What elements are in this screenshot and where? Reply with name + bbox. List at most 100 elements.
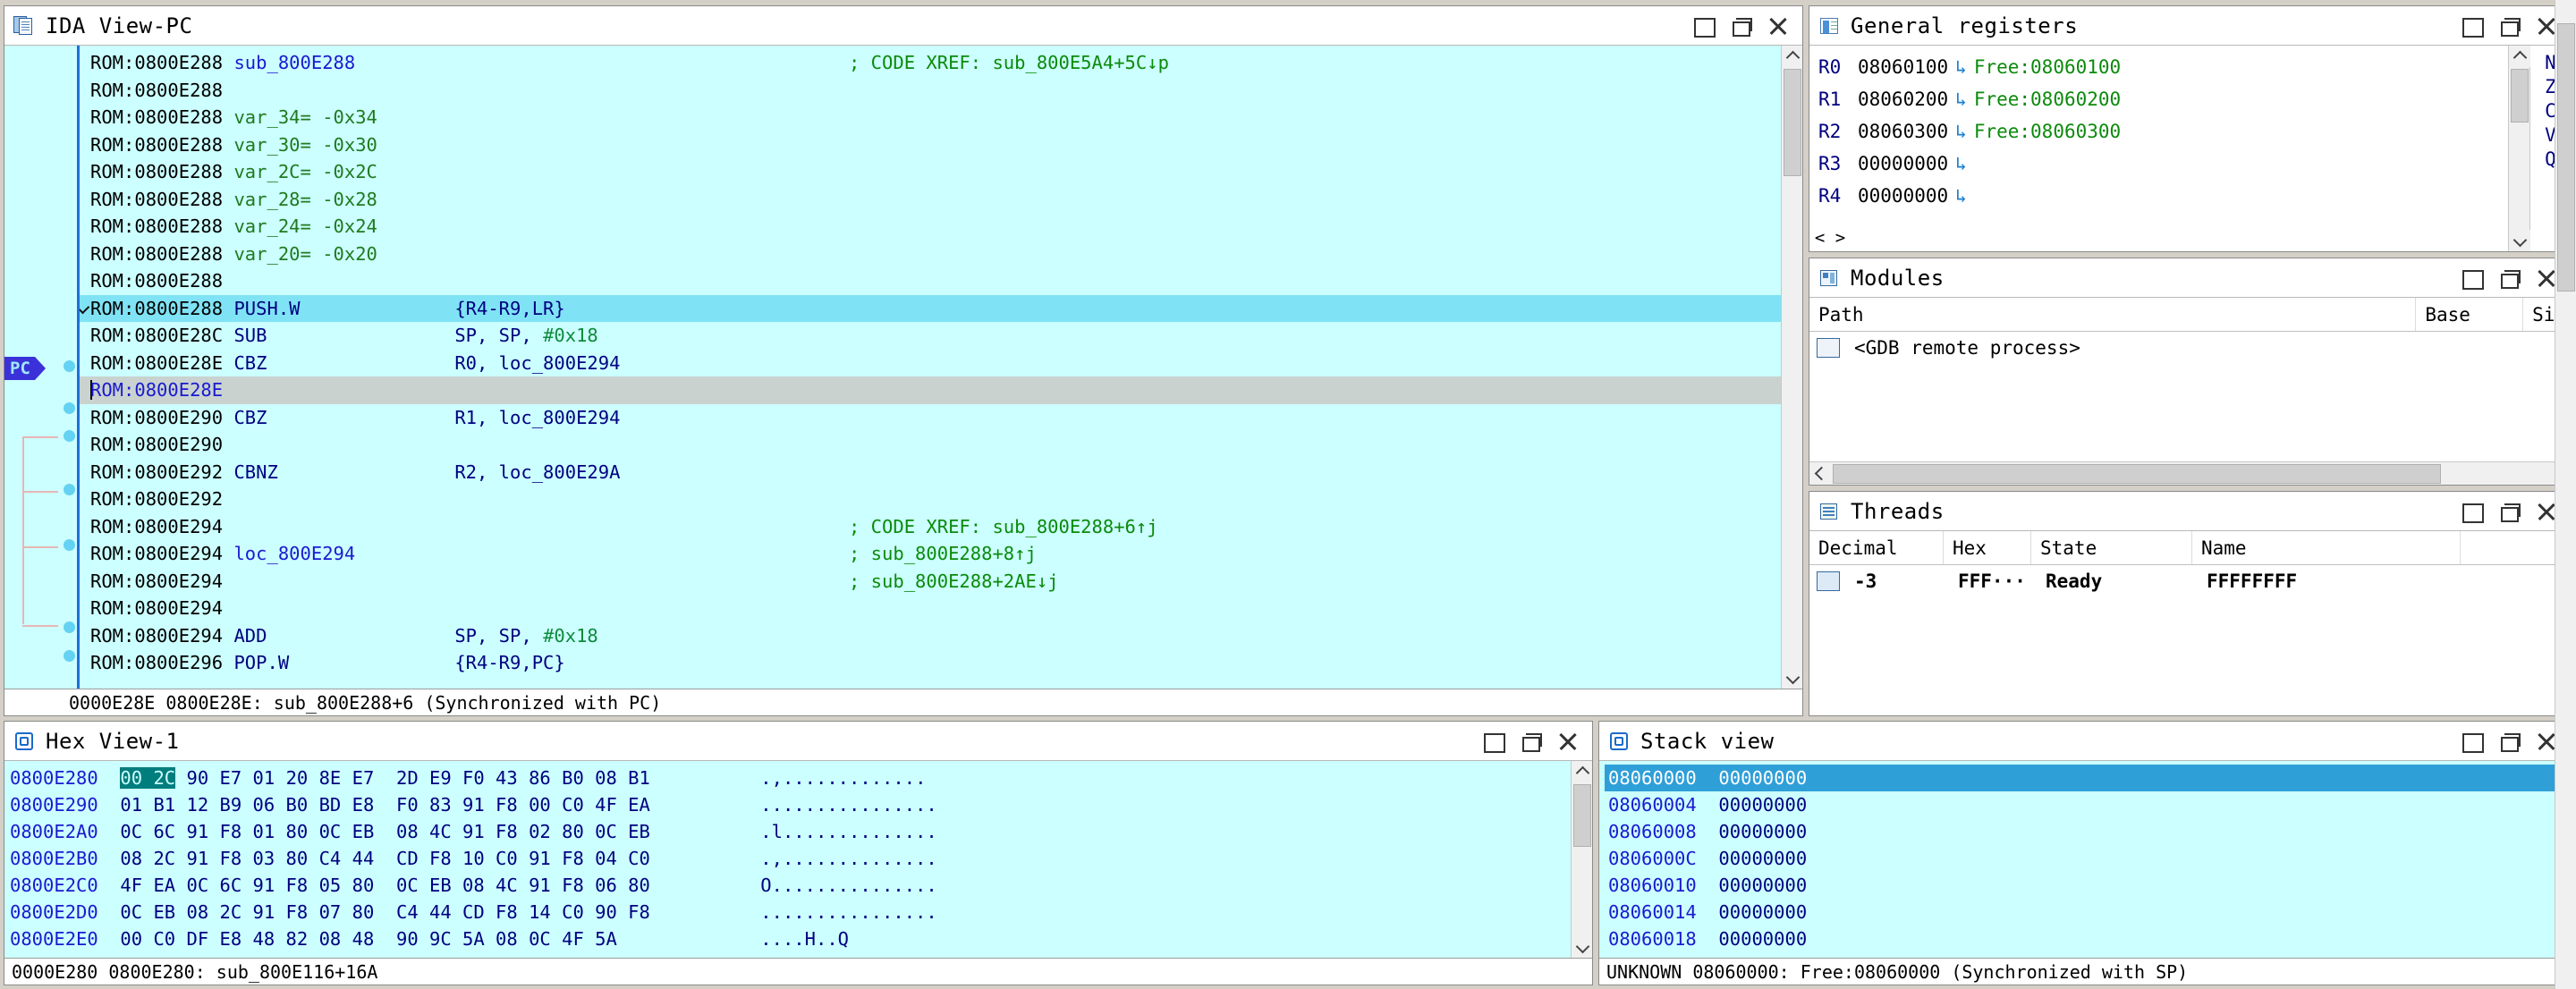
register-symbol[interactable]: Free:08060200 bbox=[1974, 89, 2121, 110]
threads-list[interactable]: -3 FFF··· Ready FFFFFFFF bbox=[1809, 565, 2571, 715]
stack-variable[interactable]: var_24= -0x24 bbox=[233, 216, 377, 237]
scrollbar-thumb[interactable] bbox=[1573, 784, 1591, 847]
disassembly-line[interactable]: ROM:0800E288 PUSH.W {R4-R9,LR} bbox=[80, 294, 1802, 322]
hex-row[interactable]: 0800E2C0 4F EA 0C 6C 91 F8 05 80 0C EB 0… bbox=[10, 872, 1592, 899]
table-row[interactable]: <GDB remote process> bbox=[1809, 332, 2571, 364]
instruction-operands[interactable]: {R4-R9,LR} bbox=[454, 298, 564, 319]
stack-value[interactable]: 00000000 bbox=[1718, 794, 1807, 816]
register-row[interactable]: R3 00000000 ↳ bbox=[1818, 148, 2529, 180]
disassembly-line[interactable]: ROM:0800E28C SUB SP, SP, #0x18 bbox=[80, 322, 1802, 350]
symbol-name[interactable]: sub_800E288 bbox=[233, 52, 355, 73]
stack-variable[interactable]: var_30= -0x30 bbox=[233, 134, 377, 156]
collapse-chevron-icon[interactable] bbox=[80, 300, 90, 315]
hex-bytes[interactable]: 08 2C 91 F8 03 80 C4 44 CD F8 10 C0 91 F… bbox=[120, 848, 649, 869]
register-symbol[interactable]: Free:08060100 bbox=[1974, 56, 2121, 78]
stack-view-titlebar[interactable]: Stack view bbox=[1599, 722, 2571, 761]
hex-bytes[interactable]: 0C 6C 91 F8 01 80 0C EB 08 4C 91 F8 02 8… bbox=[120, 821, 649, 842]
disassembly-line[interactable]: ROM:0800E288 var_28= -0x28 bbox=[80, 186, 1802, 214]
disassembly-line[interactable]: ROM:0800E28E CBZ R0, loc_800E294 bbox=[80, 350, 1802, 377]
xref-comment[interactable]: ; CODE XREF: sub_800E5A4+5C↓p bbox=[849, 49, 1169, 77]
disassembly-line[interactable]: ROM:0800E296 POP.W {R4-R9,PC} bbox=[80, 649, 1802, 677]
scroll-up-icon[interactable] bbox=[1572, 761, 1592, 782]
scroll-down-icon[interactable] bbox=[2509, 230, 2530, 251]
register-value[interactable]: 00000000 bbox=[1858, 185, 1948, 207]
threads-titlebar[interactable]: Threads bbox=[1809, 492, 2571, 531]
ida-view-vertical-scrollbar[interactable] bbox=[1781, 46, 1802, 689]
maximize-icon[interactable] bbox=[2460, 500, 2484, 523]
stack-row[interactable]: 08060004 00000000 bbox=[1605, 791, 2571, 818]
stack-row[interactable]: 08060000 00000000 bbox=[1605, 765, 2571, 791]
instruction-operands[interactable]: {R4-R9,PC} bbox=[454, 652, 564, 673]
disassembly-line[interactable]: ROM:0800E294 ADD SP, SP, #0x18 bbox=[80, 622, 1802, 650]
instruction-operands[interactable]: SP, SP, #0x18 bbox=[454, 625, 597, 647]
instruction-operands[interactable]: R2, loc_800E29A bbox=[454, 461, 620, 483]
restore-icon[interactable] bbox=[2497, 266, 2521, 290]
modules-titlebar[interactable]: Modules bbox=[1809, 258, 2571, 298]
threads-col-state[interactable]: State bbox=[2031, 531, 2192, 564]
scrollbar-thumb[interactable] bbox=[1833, 464, 2441, 484]
module-path[interactable]: <GDB remote process> bbox=[1845, 332, 2423, 364]
xref-comment[interactable]: ; sub_800E288+8↑j bbox=[849, 540, 1037, 568]
restore-icon[interactable] bbox=[2497, 14, 2521, 38]
hex-bytes[interactable]: 90 E7 01 20 8E E7 2D E9 F0 43 86 B0 08 B… bbox=[186, 767, 649, 789]
hex-view-vertical-scrollbar[interactable] bbox=[1571, 761, 1592, 958]
ida-view-titlebar[interactable]: IDA View-PC bbox=[4, 6, 1802, 46]
restore-icon[interactable] bbox=[1519, 730, 1542, 753]
modules-col-path[interactable]: Path bbox=[1809, 298, 2417, 331]
threads-col-hex[interactable]: Hex bbox=[1944, 531, 2031, 564]
scrollbar-thumb[interactable] bbox=[2557, 23, 2575, 292]
stack-row[interactable]: 08060010 00000000 bbox=[1605, 872, 2571, 899]
registers-list[interactable]: R0 08060100 ↳ Free:08060100 R1 08060200 ↳ Free:… bbox=[1809, 46, 2529, 251]
disassembly-line[interactable]: ROM:0800E294 bbox=[80, 595, 1802, 622]
stack-value[interactable]: 00000000 bbox=[1718, 848, 1807, 869]
disassembly-line[interactable]: ROM:0800E288 var_24= -0x24 bbox=[80, 213, 1802, 241]
stack-value[interactable]: 00000000 bbox=[1718, 928, 1807, 950]
hex-bytes[interactable]: 0C EB 08 2C 91 F8 07 80 C4 44 CD F8 14 C… bbox=[120, 901, 649, 923]
hex-row[interactable]: 0800E290 01 B1 12 B9 06 B0 BD E8 F0 83 9… bbox=[10, 791, 1592, 818]
disassembly-line[interactable]: ROM:0800E28E bbox=[80, 376, 1802, 404]
disassembly-line[interactable]: ROM:0800E294 loc_800E294 ; sub_800E288+8↑… bbox=[80, 540, 1802, 568]
disassembly-line[interactable]: ROM:0800E294 ; CODE XREF: sub_800E288+6↑… bbox=[80, 513, 1802, 541]
disassembly-line[interactable]: ROM:0800E292 bbox=[80, 486, 1802, 513]
stack-value[interactable]: 00000000 bbox=[1718, 767, 1807, 789]
registers-vertical-scrollbar[interactable] bbox=[2508, 46, 2530, 251]
follow-arrow-icon[interactable]: ↳ bbox=[1948, 89, 1974, 110]
disassembly-line[interactable]: ROM:0800E290 bbox=[80, 431, 1802, 459]
disassembly-line[interactable]: ROM:0800E288 var_30= -0x30 bbox=[80, 131, 1802, 159]
scroll-up-icon[interactable] bbox=[1782, 46, 1802, 67]
stack-variable[interactable]: var_2C= -0x2C bbox=[233, 161, 377, 182]
modules-col-base[interactable]: Base bbox=[2416, 298, 2524, 331]
disassembly-line[interactable]: ROM:0800E288 var_20= -0x20 bbox=[80, 241, 1802, 268]
hex-bytes[interactable]: 4F EA 0C 6C 91 F8 05 80 0C EB 08 4C 91 F… bbox=[120, 875, 649, 896]
maximize-icon[interactable] bbox=[1481, 730, 1505, 753]
register-row[interactable]: R1 08060200 ↳ Free:08060200 bbox=[1818, 83, 2529, 115]
hex-dump[interactable]: 0800E280 00 2C 90 E7 01 20 8E E7 2D E9 F… bbox=[10, 765, 1592, 952]
hex-bytes[interactable]: 00 C0 DF E8 48 82 08 48 90 9C 5A 08 0C 4… bbox=[120, 928, 616, 950]
modules-horizontal-scrollbar[interactable] bbox=[1809, 461, 2571, 485]
instruction-operands[interactable]: SP, SP, #0x18 bbox=[454, 325, 597, 346]
stack-row[interactable]: 08060014 00000000 bbox=[1605, 899, 2571, 926]
scroll-down-icon[interactable] bbox=[1782, 667, 1802, 689]
maximize-icon[interactable] bbox=[2460, 14, 2484, 38]
stack-variable[interactable]: var_20= -0x20 bbox=[233, 243, 377, 265]
stack-variable[interactable]: var_28= -0x28 bbox=[233, 189, 377, 210]
symbol-name[interactable]: loc_800E294 bbox=[233, 543, 355, 564]
stack-row[interactable]: 0806000C 00000000 bbox=[1605, 845, 2571, 872]
follow-arrow-icon[interactable]: ↳ bbox=[1948, 185, 1974, 207]
scroll-down-icon[interactable] bbox=[1572, 936, 1592, 958]
restore-icon[interactable] bbox=[2497, 730, 2521, 753]
stack-value[interactable]: 00000000 bbox=[1718, 875, 1807, 896]
register-value[interactable]: 00000000 bbox=[1858, 153, 1948, 174]
stack-value[interactable]: 00000000 bbox=[1718, 821, 1807, 842]
follow-arrow-icon[interactable]: ↳ bbox=[1948, 121, 1974, 142]
stack-dump[interactable]: 08060000 00000000 08060004 00000000 080600… bbox=[1605, 765, 2571, 952]
disassembly-text[interactable]: ROM:0800E288 sub_800E288 ; CODE XREF: sub… bbox=[80, 46, 1802, 689]
xref-comment[interactable]: ; sub_800E288+2AE↓j bbox=[849, 568, 1059, 596]
hex-row[interactable]: 0800E2B0 08 2C 91 F8 03 80 C4 44 CD F8 1… bbox=[10, 845, 1592, 872]
close-icon[interactable] bbox=[1556, 730, 1580, 753]
disassembly-line[interactable]: ROM:0800E288 sub_800E288 ; CODE XREF: sub… bbox=[80, 49, 1802, 77]
maximize-icon[interactable] bbox=[2460, 730, 2484, 753]
register-row[interactable]: R0 08060100 ↳ Free:08060100 bbox=[1818, 51, 2529, 83]
registers-titlebar[interactable]: General registers bbox=[1809, 6, 2571, 46]
scroll-up-icon[interactable] bbox=[2509, 46, 2530, 67]
